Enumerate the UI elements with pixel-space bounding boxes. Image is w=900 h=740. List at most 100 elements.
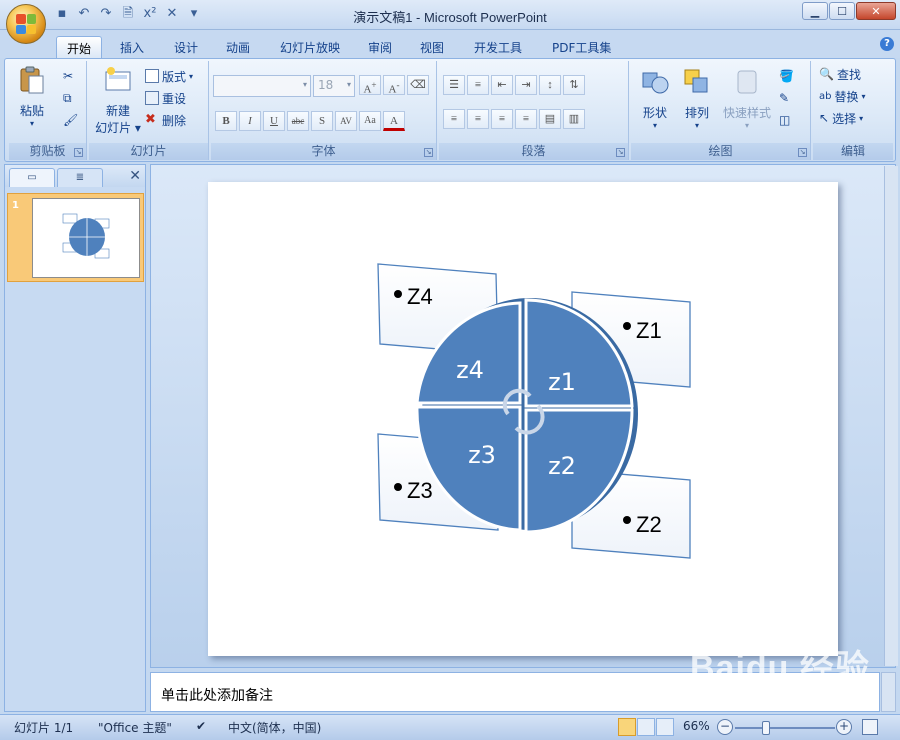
zoom-level[interactable]: 66% xyxy=(683,719,710,733)
tab-pdf-tools[interactable]: PDF工具集 xyxy=(542,36,621,58)
zoom-in-icon[interactable]: + xyxy=(836,719,852,735)
slide-sorter-icon[interactable] xyxy=(637,718,655,736)
tab-review[interactable]: 审阅 xyxy=(358,36,402,58)
shape-outline-icon[interactable]: ✎ xyxy=(779,89,789,107)
paste-button[interactable]: 粘贴 ▾ xyxy=(15,65,49,128)
tab-slideshow[interactable]: 幻灯片放映 xyxy=(270,36,350,58)
layout-button[interactable]: 版式 ▾ xyxy=(145,67,193,85)
tab-design[interactable]: 设计 xyxy=(164,36,208,58)
strikethrough-icon[interactable]: abc xyxy=(287,111,309,131)
slide-canvas[interactable]: Z4 Z1 Z3 Z2 z4 z1 z3 z2 xyxy=(208,182,838,656)
window-title: 演示文稿1 - Microsoft PowerPoint xyxy=(353,10,547,25)
replace-button[interactable]: ab 替换 ▾ xyxy=(819,87,866,105)
shrink-font-icon[interactable]: A- xyxy=(383,75,405,96)
justify-icon[interactable]: ≡ xyxy=(515,109,537,129)
shapes-button[interactable]: 形状 ▾ xyxy=(635,67,675,130)
group-label-font: 字体 xyxy=(211,143,436,160)
text-direction-icon[interactable]: ⇅ xyxy=(563,75,585,95)
font-launcher-icon[interactable]: ↘ xyxy=(424,148,433,157)
card-z1-text: Z1 xyxy=(636,318,662,343)
cut-icon[interactable]: ✂ xyxy=(63,67,73,85)
char-spacing-icon[interactable]: AV xyxy=(335,111,357,131)
shapes-icon xyxy=(642,72,669,94)
underline-icon[interactable]: U xyxy=(263,111,285,131)
card-z4-text: Z4 xyxy=(407,284,433,309)
normal-view-icon[interactable] xyxy=(618,718,636,736)
card-z2-text: Z2 xyxy=(636,512,662,537)
italic-icon[interactable]: I xyxy=(239,111,261,131)
line-spacing-icon[interactable]: ↕ xyxy=(539,75,561,95)
group-font: ▾ 18 ▾ A+ A- ⌫ B I U abc S AV Aa A 字体 ↘ xyxy=(211,61,437,160)
shadow-icon[interactable]: S xyxy=(311,111,333,131)
office-button[interactable] xyxy=(6,4,46,44)
clipboard-launcher-icon[interactable]: ↘ xyxy=(74,148,83,157)
font-name-combo[interactable]: ▾ xyxy=(213,75,311,97)
ribbon-tabs: 开始 插入 设计 动画 幻灯片放映 审阅 视图 开发工具 PDF工具集 ? xyxy=(0,30,900,58)
replace-icon: ab xyxy=(819,90,832,102)
slideshow-view-icon[interactable] xyxy=(656,718,674,736)
minimize-button[interactable]: ▁ xyxy=(802,2,828,20)
format-painter-icon[interactable]: 🖌 xyxy=(63,111,78,129)
help-icon[interactable]: ? xyxy=(880,37,894,51)
increase-indent-icon[interactable]: ⇥ xyxy=(515,75,537,95)
group-editing: 🔍 查找 ab 替换 ▾ ↖ 选择 ▾ 编辑 xyxy=(813,61,893,160)
delete-slide-button[interactable]: ✖ 删除 xyxy=(145,111,186,129)
paragraph-launcher-icon[interactable]: ↘ xyxy=(616,148,625,157)
office-logo-icon xyxy=(16,14,36,34)
arrange-button[interactable]: 排列 ▾ xyxy=(677,67,717,130)
tab-animation[interactable]: 动画 xyxy=(216,36,260,58)
drawing-launcher-icon[interactable]: ↘ xyxy=(798,148,807,157)
new-slide-button[interactable]: 新建 幻灯片 ▾ xyxy=(93,65,143,136)
change-case-icon[interactable]: Aa xyxy=(359,111,381,131)
cursor-icon: ↖ xyxy=(819,111,830,125)
zoom-out-icon[interactable]: − xyxy=(717,719,733,735)
outline-tab[interactable]: ≣ xyxy=(57,168,103,187)
fit-to-window-icon[interactable] xyxy=(862,719,878,735)
font-size-buttons: A+ A- ⌫ xyxy=(359,75,429,96)
delete-icon: ✖ xyxy=(145,112,156,127)
binoculars-icon: 🔍 xyxy=(819,67,834,81)
spell-check-icon[interactable]: ✔ xyxy=(196,719,206,733)
align-center-icon[interactable]: ≡ xyxy=(467,109,489,129)
shape-fill-icon[interactable]: 🪣 xyxy=(779,67,794,85)
align-right-icon[interactable]: ≡ xyxy=(491,109,513,129)
tab-home[interactable]: 开始 xyxy=(56,36,103,58)
clear-format-icon[interactable]: ⌫ xyxy=(407,75,429,95)
decrease-indent-icon[interactable]: ⇤ xyxy=(491,75,513,95)
reset-button[interactable]: 重设 xyxy=(145,89,186,107)
maximize-button[interactable]: ☐ xyxy=(829,2,855,20)
columns-icon[interactable]: ▥ xyxy=(563,109,585,129)
distributed-icon[interactable]: ▤ xyxy=(539,109,561,129)
font-size-combo[interactable]: 18 ▾ xyxy=(313,75,355,97)
font-color-icon[interactable]: A xyxy=(383,111,405,131)
vertical-scrollbar[interactable] xyxy=(884,166,898,666)
align-left-icon[interactable]: ≡ xyxy=(443,109,465,129)
slides-tab[interactable]: ▭ xyxy=(9,168,55,187)
group-label-editing: 编辑 xyxy=(813,143,893,160)
bold-icon[interactable]: B xyxy=(215,111,237,131)
zoom-slider-thumb[interactable] xyxy=(762,721,770,735)
quick-styles-icon xyxy=(737,70,757,94)
arrange-icon xyxy=(684,69,708,93)
cycle-diagram[interactable]: Z4 Z1 Z3 Z2 z4 z1 z3 z2 xyxy=(208,182,838,656)
find-button[interactable]: 🔍 查找 xyxy=(819,65,861,83)
shape-effects-icon[interactable]: ◫ xyxy=(779,111,790,129)
bullets-icon[interactable]: ☰ xyxy=(443,75,465,95)
tab-view[interactable]: 视图 xyxy=(410,36,454,58)
card-z3-text: Z3 xyxy=(407,478,433,503)
numbering-icon[interactable]: ≡ xyxy=(467,75,489,95)
zoom-slider[interactable] xyxy=(735,727,835,729)
slide-thumbnail[interactable]: 1 xyxy=(7,193,144,282)
segment-z1-label: z1 xyxy=(548,368,576,396)
tab-insert[interactable]: 插入 xyxy=(110,36,154,58)
notes-placeholder[interactable]: 单击此处添加备注 xyxy=(161,685,273,705)
select-button[interactable]: ↖ 选择 ▾ xyxy=(819,109,863,127)
copy-icon[interactable]: ⧉ xyxy=(63,89,72,107)
title-bar: ▪ ↶ ↷ 🗎 x² ✕ ▾ 演示文稿1 - Microsoft PowerPo… xyxy=(0,0,900,30)
notes-scrollbar[interactable] xyxy=(881,672,896,712)
close-button[interactable]: ✕ xyxy=(856,2,896,20)
tab-developer[interactable]: 开发工具 xyxy=(464,36,532,58)
pane-close-icon[interactable]: ✕ xyxy=(129,168,141,184)
grow-font-icon[interactable]: A+ xyxy=(359,75,381,96)
quick-styles-button[interactable]: 快速样式 ▾ xyxy=(719,67,775,130)
